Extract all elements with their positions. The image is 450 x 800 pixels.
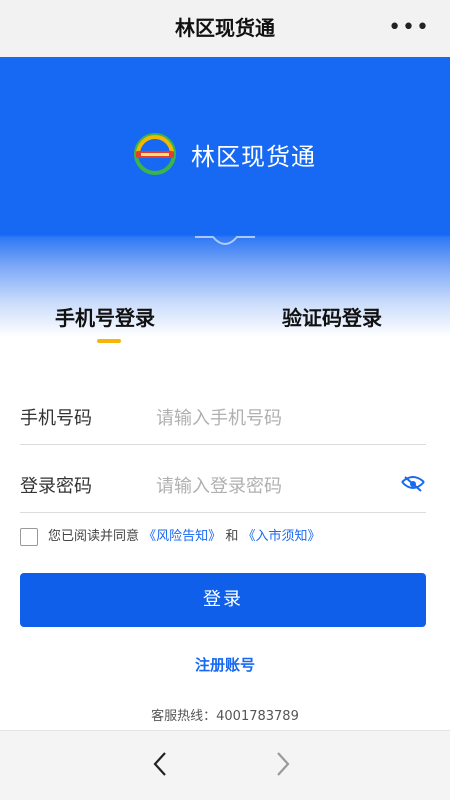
phone-input[interactable] <box>154 402 388 434</box>
agreement-checkbox[interactable] <box>20 528 38 546</box>
agreement-text: 您已阅读并同意 《风险告知》 和 《入市须知》 <box>48 528 320 546</box>
banner-notch <box>195 236 255 245</box>
login-page: 林区现货通 ••• 林区现货通 手机号登录 验证码登录 手机号码 登录密码 <box>0 0 450 800</box>
market-entry-link[interactable]: 《入市须知》 <box>242 529 320 544</box>
page-title: 林区现货通 <box>175 16 275 40</box>
phone-label: 手机号码 <box>20 408 92 429</box>
brand: 林区现货通 <box>0 133 450 175</box>
browser-bottom-bar <box>0 730 450 800</box>
agreement-prefix: 您已阅读并同意 <box>48 529 140 544</box>
phone-field: 手机号码 <box>20 388 426 445</box>
chevron-right-icon[interactable] <box>273 749 293 779</box>
password-input[interactable] <box>154 470 388 502</box>
chevron-left-icon[interactable] <box>150 749 170 779</box>
forest-globe-logo-icon <box>133 133 176 175</box>
eye-hidden-icon[interactable] <box>400 474 426 494</box>
password-label: 登录密码 <box>20 476 92 497</box>
agreement-middle: 和 <box>225 529 239 544</box>
login-button[interactable]: 登录 <box>20 573 426 627</box>
more-menu-button[interactable]: ••• <box>388 17 430 39</box>
brand-banner: 林区现货通 <box>0 57 450 337</box>
active-tab-indicator <box>97 339 121 343</box>
customer-service-hotline: 客服热线：4001783789 <box>151 709 299 724</box>
risk-notice-link[interactable]: 《风险告知》 <box>143 529 221 544</box>
tab-code-login[interactable]: 验证码登录 <box>282 302 382 331</box>
brand-name: 林区现货通 <box>191 142 317 171</box>
password-field: 登录密码 <box>20 456 426 513</box>
register-link[interactable]: 注册账号 <box>0 654 450 675</box>
top-nav-bar: 林区现货通 ••• <box>0 0 450 58</box>
tab-phone-login[interactable]: 手机号登录 <box>55 302 155 331</box>
